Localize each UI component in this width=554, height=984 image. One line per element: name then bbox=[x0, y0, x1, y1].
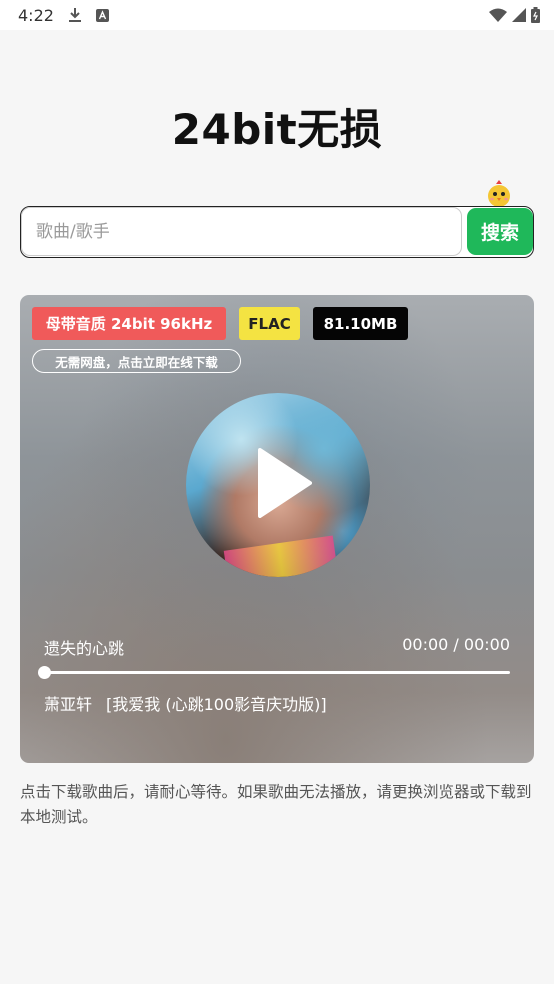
song-title: 遗失的心跳 bbox=[44, 639, 125, 658]
music-player-card: 母带音质 24bit 96kHz FLAC 81.10MB 无需网盘，点击立即在… bbox=[20, 295, 534, 763]
status-time: 4:22 bbox=[18, 5, 54, 25]
page-title: 24bit无损 bbox=[171, 105, 383, 154]
search-input[interactable] bbox=[21, 207, 462, 256]
status-bar: 4:22 bbox=[0, 0, 554, 30]
progress-knob[interactable] bbox=[38, 666, 51, 679]
album-cover[interactable] bbox=[186, 393, 370, 577]
battery-icon bbox=[531, 7, 540, 23]
album-name: [我爱我 (心跳100影音庆功版)] bbox=[106, 695, 327, 714]
artist-name: 萧亚轩 bbox=[44, 695, 93, 714]
song-meta: 萧亚轩 [我爱我 (心跳100影音庆功版)] bbox=[44, 691, 327, 715]
quality-tag: 母带音质 24bit 96kHz bbox=[32, 307, 226, 340]
search-bar: 搜索 bbox=[20, 206, 534, 258]
progress-bar[interactable] bbox=[38, 666, 510, 679]
mascot-icon bbox=[486, 180, 512, 208]
wifi-icon bbox=[489, 8, 507, 22]
download-icon bbox=[68, 7, 82, 23]
play-icon[interactable] bbox=[256, 448, 312, 518]
format-tag: FLAC bbox=[239, 307, 300, 340]
online-download-badge[interactable]: 无需网盘，点击立即在线下载 bbox=[32, 349, 241, 373]
song-time: 00:00 / 00:00 bbox=[402, 635, 510, 654]
signal-icon bbox=[512, 8, 526, 22]
keyboard-a-icon bbox=[95, 8, 109, 22]
search-button[interactable]: 搜索 bbox=[467, 208, 533, 255]
file-size-tag: 81.10MB bbox=[313, 307, 408, 340]
download-note: 点击下载歌曲后，请耐心等待。如果歌曲无法播放，请更换浏览器或下载到本地测试。 bbox=[20, 783, 532, 826]
